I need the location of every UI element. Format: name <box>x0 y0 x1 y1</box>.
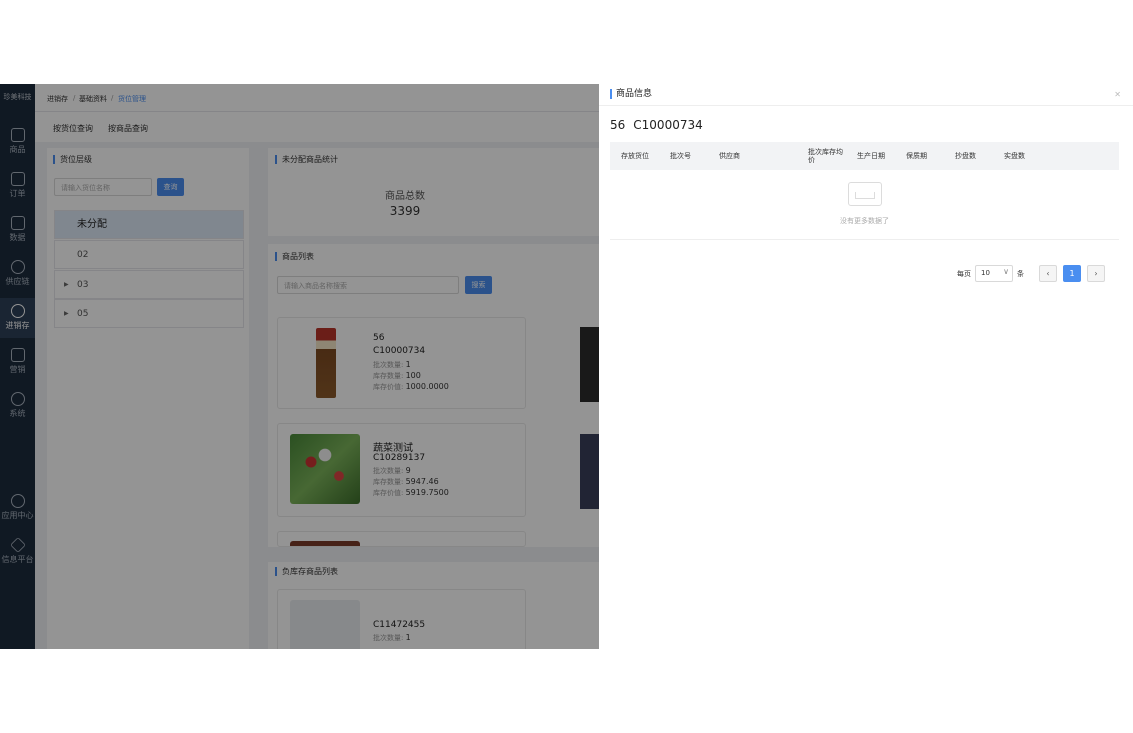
modal-overlay[interactable] <box>0 84 600 649</box>
drawer-header: 商品信息 ✕ <box>599 84 1133 106</box>
page-size-value: 10 <box>981 269 990 277</box>
product-info-drawer: 商品信息 ✕ 56 C10000734 存放货位 批次号 供应商 批次库存均价 生… <box>599 84 1133 649</box>
close-icon[interactable]: ✕ <box>1114 90 1121 99</box>
column-header: 生产日期 <box>857 152 885 160</box>
empty-inbox-icon <box>848 182 882 206</box>
column-header: 批次号 <box>670 152 691 160</box>
prev-page-button[interactable]: ‹ <box>1039 265 1057 282</box>
empty-state: 没有更多数据了 <box>610 170 1119 240</box>
chevron-down-icon: ∨ <box>1003 267 1009 276</box>
column-header: 保质期 <box>906 152 927 160</box>
column-header: 抄盘数 <box>955 152 976 160</box>
column-header: 存放货位 <box>621 152 649 160</box>
column-header: 批次库存均价 <box>808 148 843 164</box>
empty-text: 没有更多数据了 <box>840 217 889 225</box>
app-background: 珍美科技 商品 订单 数据 供应链 进销存 营销 系统 应用中心 信息平台 进销… <box>0 84 600 649</box>
drawer-title: 商品信息 <box>610 89 652 99</box>
next-page-button[interactable]: › <box>1087 265 1105 282</box>
per-page-unit: 条 <box>1017 270 1024 278</box>
page-size-select[interactable]: 10 ∨ <box>975 265 1013 282</box>
product-name: 56 <box>610 118 626 132</box>
batch-table-header: 存放货位 批次号 供应商 批次库存均价 生产日期 保质期 抄盘数 实盘数 <box>610 142 1119 170</box>
product-heading: 56 C10000734 <box>610 118 711 132</box>
screen: 珍美科技 商品 订单 数据 供应链 进销存 营销 系统 应用中心 信息平台 进销… <box>0 84 1133 649</box>
per-page-label: 每页 <box>957 270 971 278</box>
column-header: 供应商 <box>719 152 740 160</box>
page-button-current[interactable]: 1 <box>1063 265 1081 282</box>
column-header: 实盘数 <box>1004 152 1025 160</box>
product-code: C10000734 <box>633 118 703 132</box>
